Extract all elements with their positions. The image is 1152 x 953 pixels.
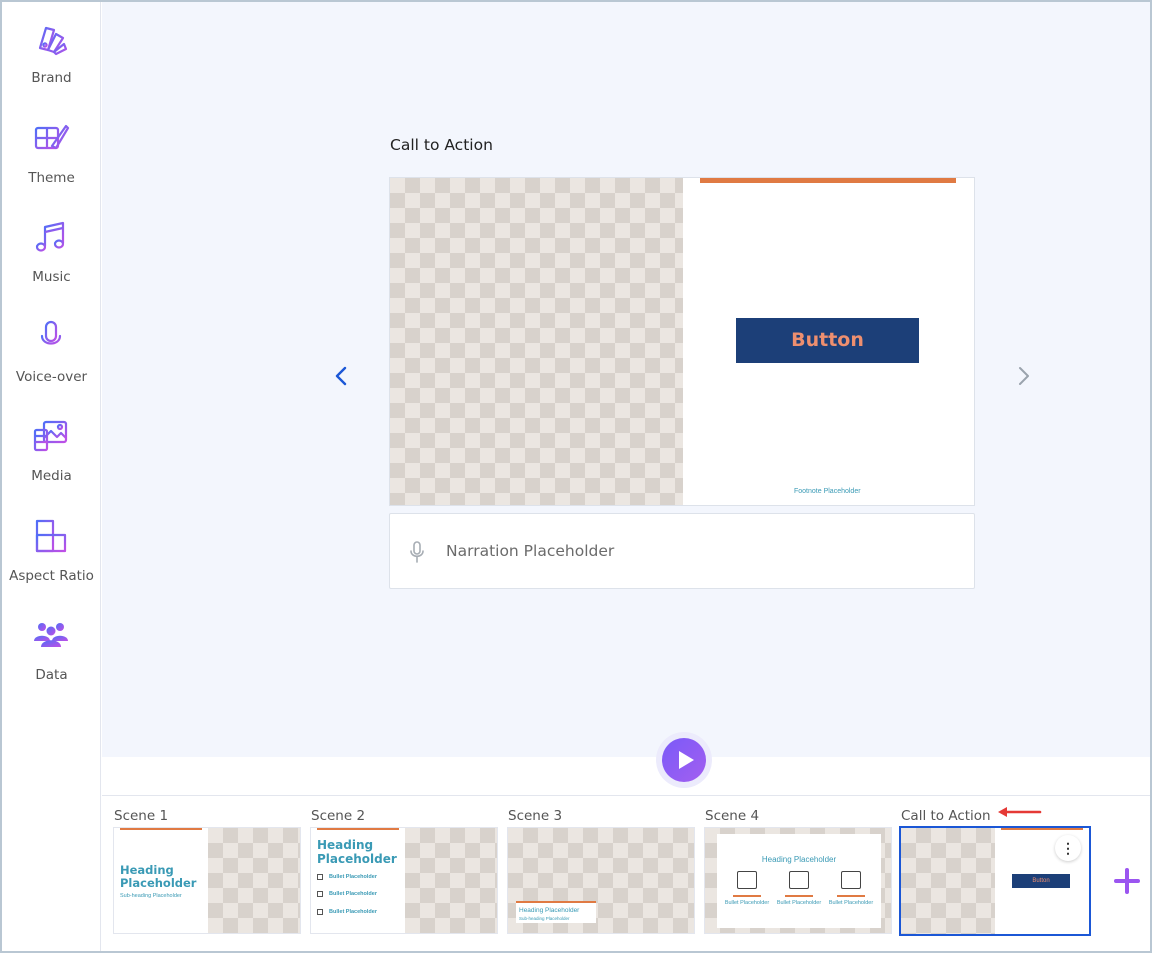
scene-label: Scene 1	[114, 808, 169, 824]
thumb-bullet: Bullet Placeholder	[828, 900, 874, 906]
image-icon	[841, 871, 861, 889]
transparent-media-area	[405, 828, 497, 933]
sidebar-item-voiceover[interactable]: Voice-over	[2, 319, 101, 409]
thumb-heading: Heading Placeholder	[317, 838, 397, 866]
sidebar-item-data[interactable]: Data	[2, 617, 101, 707]
arrow-indicator-icon	[998, 807, 1042, 817]
sidebar-item-label: Theme	[28, 170, 75, 186]
thumb-heading: Heading Placeholder	[761, 855, 837, 864]
image-icon	[317, 874, 323, 880]
accent-bar	[120, 828, 202, 830]
microphone-icon	[410, 541, 424, 563]
sidebar: Brand Theme Music Voice-over Media Aspec…	[2, 2, 101, 951]
thumb-cta-button: Button	[1012, 874, 1070, 888]
sidebar-item-label: Media	[31, 468, 72, 484]
sidebar-item-theme[interactable]: Theme	[2, 120, 101, 210]
preview-footnote: Footnote Placeholder	[794, 488, 861, 495]
transparent-media-area	[390, 178, 683, 505]
narration-placeholder: Narration Placeholder	[446, 542, 615, 560]
thumb-heading: Heading Placeholder	[519, 907, 580, 914]
thumb-subheading: Sub-heading Placeholder	[519, 916, 570, 921]
scene-thumbnail-1[interactable]: Heading Placeholder Sub-heading Placehol…	[113, 827, 301, 934]
playback-bar	[102, 757, 1150, 795]
accent-bar	[1001, 828, 1083, 830]
scene-label: Scene 2	[311, 808, 366, 824]
chevron-left-icon	[335, 366, 347, 386]
scene-label: Scene 3	[508, 808, 563, 824]
brand-icon	[38, 26, 68, 56]
sidebar-item-music[interactable]: Music	[2, 219, 101, 309]
chevron-right-icon	[1019, 367, 1029, 385]
theme-icon	[34, 124, 70, 150]
image-icon	[317, 909, 323, 915]
transparent-media-area	[901, 828, 995, 934]
play-button[interactable]	[662, 738, 706, 782]
accent-bar	[785, 895, 813, 897]
transparent-media-area	[208, 828, 300, 933]
scene-preview[interactable]: Button Footnote Placeholder	[389, 177, 975, 506]
thumb-subheading: Sub-heading Placeholder	[120, 893, 182, 899]
scene-thumbnail-4[interactable]: Heading Placeholder Bullet Placeholder B…	[704, 827, 892, 934]
sidebar-item-media[interactable]: Media	[2, 418, 101, 508]
play-icon	[679, 751, 694, 769]
thumb-bullet: Bullet Placeholder	[329, 909, 377, 915]
heading-box: Heading Placeholder Sub-heading Placehol…	[516, 901, 596, 923]
accent-bar	[700, 178, 956, 183]
sidebar-item-label: Music	[32, 269, 71, 285]
sidebar-item-aspect-ratio[interactable]: Aspect Ratio	[2, 518, 101, 608]
accent-bar	[837, 895, 865, 897]
scene-thumbnail-3[interactable]: Heading Placeholder Sub-heading Placehol…	[507, 827, 695, 934]
thumb-heading: Heading Placeholder	[120, 863, 197, 890]
add-scene-button[interactable]	[1114, 868, 1140, 894]
voiceover-icon	[40, 320, 62, 354]
scene-thumbnail-call-to-action[interactable]: Button ⋮	[899, 826, 1091, 936]
more-options-icon[interactable]: ⋮	[1055, 835, 1081, 861]
sidebar-item-label: Brand	[31, 70, 72, 86]
accent-bar	[733, 895, 761, 897]
next-scene-button[interactable]	[1011, 364, 1035, 388]
scene-label: Call to Action	[901, 808, 991, 824]
aspect-ratio-icon	[35, 519, 67, 553]
sidebar-item-brand[interactable]: Brand	[2, 20, 101, 110]
scene-label: Scene 4	[705, 808, 760, 824]
previous-scene-button[interactable]	[330, 364, 354, 388]
thumb-bullet: Bullet Placeholder	[329, 874, 377, 880]
image-icon	[317, 891, 323, 897]
thumb-bullet: Bullet Placeholder	[776, 900, 822, 906]
scene-thumbnail-2[interactable]: Heading Placeholder Bullet Placeholder B…	[310, 827, 498, 934]
media-icon	[33, 420, 68, 452]
data-icon	[34, 623, 68, 647]
image-icon	[789, 871, 809, 889]
sidebar-item-label: Data	[35, 667, 68, 683]
image-icon	[737, 871, 757, 889]
thumb-bullet: Bullet Placeholder	[329, 891, 377, 897]
sidebar-item-label: Voice-over	[15, 369, 88, 385]
scene-title: Call to Action	[390, 136, 493, 154]
narration-field[interactable]: Narration Placeholder	[389, 513, 975, 589]
thumb-bullet: Bullet Placeholder	[724, 900, 770, 906]
preview-cta-button[interactable]: Button	[736, 318, 919, 363]
content-card: Heading Placeholder Bullet Placeholder B…	[717, 834, 881, 928]
accent-bar	[317, 828, 399, 830]
sidebar-item-label: Aspect Ratio	[9, 568, 94, 584]
music-icon	[35, 221, 65, 252]
